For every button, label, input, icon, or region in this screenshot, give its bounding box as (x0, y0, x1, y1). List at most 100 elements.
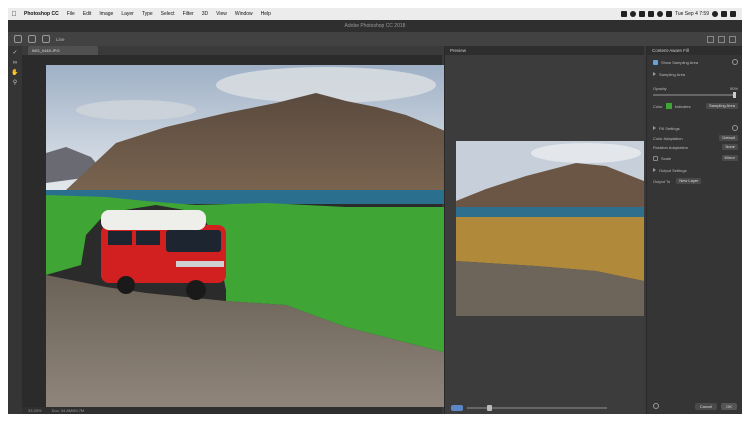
fill-reset-icon[interactable] (732, 125, 738, 131)
menu-view[interactable]: View (212, 11, 231, 17)
tools-panel: ✓ ∞ ✋ ⚲ (8, 46, 22, 414)
color-adaptation-label: Color Adaptation (653, 135, 683, 141)
preview-zoom-slider-knob[interactable] (487, 405, 492, 411)
menu-select[interactable]: Select (157, 11, 179, 17)
rotation-adaptation-label: Rotation Adaptation (653, 144, 688, 150)
hand-tool-icon[interactable]: ✋ (11, 70, 19, 77)
show-sampling-area-label: Show Sampling Area (661, 59, 699, 65)
menu-window[interactable]: Window (231, 11, 257, 17)
output-settings-row[interactable]: Output Settings (653, 166, 738, 174)
scale-label: Scale (661, 155, 672, 161)
menu-bar:  Photoshop CC File Edit Image Layer Typ… (8, 8, 742, 20)
preview-lake (456, 207, 644, 217)
scale-checkbox[interactable] (653, 155, 658, 161)
tray-status-icon[interactable] (629, 11, 636, 17)
clock[interactable]: Tue Sep 4 7:59 (675, 11, 709, 17)
color-row: Color Indicates Sampling Area (653, 102, 738, 110)
photoshop-window:  Photoshop CC File Edit Image Layer Typ… (8, 8, 742, 414)
apple-icon[interactable]:  (8, 11, 20, 18)
lasso-tool-icon[interactable]: ∞ (11, 60, 19, 67)
indicates-dropdown[interactable]: Sampling Area (705, 103, 738, 109)
tray-app-icon-3[interactable] (647, 11, 654, 17)
cloud (76, 100, 196, 120)
menu-filter[interactable]: Filter (179, 11, 198, 17)
indicates-label: Indicates (674, 103, 691, 109)
preview-title: Preview (445, 46, 644, 55)
wifi-icon[interactable] (712, 11, 718, 17)
spotlight-icon[interactable] (721, 11, 727, 17)
menu-layer[interactable]: Layer (117, 11, 138, 17)
preview-image[interactable] (456, 141, 644, 316)
menu-app[interactable]: Photoshop CC (20, 11, 63, 17)
system-tray: Tue Sep 4 7:59 (620, 11, 742, 17)
color-adaptation-row: Color Adaptation Default (653, 134, 738, 142)
preview-zoom-slider[interactable] (467, 405, 607, 411)
status-bar: 33.33% Doc: 34.8M/69.7M (22, 407, 442, 414)
menu-type[interactable]: Type (138, 11, 157, 17)
options-right (707, 35, 742, 43)
color-label: Color (653, 103, 663, 109)
window-title: Adobe Photoshop CC 2018 (8, 20, 742, 32)
opacity-slider-knob[interactable] (733, 92, 736, 98)
search-icon[interactable] (707, 35, 714, 43)
main-canvas-image[interactable] (46, 65, 455, 407)
fill-settings-row[interactable]: Fill Settings (653, 124, 738, 132)
tray-battery-icon[interactable] (665, 11, 672, 17)
home-icon[interactable] (14, 35, 22, 43)
opacity-row: Opacity 50% (653, 84, 738, 92)
show-sampling-area-row[interactable]: Show Sampling Area (653, 58, 738, 66)
document-tab[interactable]: IMG_0448.JPG (28, 46, 98, 55)
tray-app-icon-2[interactable] (638, 11, 645, 17)
share-icon[interactable] (729, 35, 736, 43)
settings-title: Content-Aware Fill (647, 46, 742, 55)
rotation-adaptation-dropdown[interactable]: None (722, 144, 738, 150)
menu-3d[interactable]: 3D (198, 11, 212, 17)
preview-panel: Preview (444, 46, 644, 414)
reset-all-icon[interactable] (653, 403, 659, 409)
panel-buttons: Cancel OK (647, 401, 742, 411)
mirror-dropdown[interactable]: Mirror (721, 155, 738, 161)
menu-help[interactable]: Help (257, 11, 275, 17)
menu-file[interactable]: File (63, 11, 79, 17)
preview-footer (445, 402, 645, 414)
reset-icon[interactable] (732, 59, 738, 65)
output-settings-disclosure-icon[interactable] (653, 168, 656, 172)
cancel-button[interactable]: Cancel (694, 402, 718, 410)
menu-image[interactable]: Image (95, 11, 117, 17)
mode-label: Line (56, 36, 65, 42)
show-sampling-area-checkbox[interactable] (653, 59, 658, 65)
menu-edit[interactable]: Edit (79, 11, 96, 17)
options-bar: Line (8, 32, 742, 46)
ok-button[interactable]: OK (721, 402, 737, 410)
tray-volume-icon[interactable] (656, 11, 663, 17)
zoom-tool-icon[interactable]: ⚲ (11, 80, 19, 87)
canvas-area[interactable] (22, 55, 455, 407)
doc-size: Doc: 34.8M/69.7M (51, 408, 85, 413)
brush-tool-icon[interactable]: ✓ (11, 50, 19, 57)
preview-zoom-toggle[interactable] (451, 405, 463, 411)
color-adaptation-dropdown[interactable]: Default (719, 135, 738, 141)
sampling-section-label: Sampling Area (659, 71, 686, 77)
output-to-dropdown[interactable]: New Layer (676, 178, 702, 184)
output-to-row: Output To New Layer (653, 177, 738, 185)
preview-cloud (531, 143, 641, 163)
output-to-label: Output To (653, 178, 671, 184)
opacity-value[interactable]: 50% (730, 86, 738, 91)
menu-list-icon[interactable] (730, 11, 736, 17)
brush-size-icon[interactable] (42, 35, 50, 43)
zoom-level[interactable]: 33.33% (28, 407, 42, 414)
content-aware-fill-panel: Content-Aware Fill Show Sampling Area Sa… (646, 46, 742, 414)
output-settings-label: Output Settings (659, 167, 687, 173)
fill-settings-label: Fill Settings (659, 125, 680, 131)
rotation-adaptation-row: Rotation Adaptation None (653, 143, 738, 151)
lasso-tool-icon[interactable] (28, 35, 36, 43)
tray-app-icon[interactable] (620, 11, 627, 17)
fill-settings-disclosure-icon[interactable] (653, 126, 656, 130)
scale-row: Scale Mirror (653, 154, 738, 162)
opacity-label: Opacity (653, 85, 667, 91)
sampling-section-row[interactable]: Sampling Area (653, 70, 738, 78)
color-swatch[interactable] (665, 103, 672, 109)
sampling-disclosure-icon[interactable] (653, 72, 656, 76)
workspace-icon[interactable] (718, 35, 725, 43)
opacity-slider[interactable] (653, 92, 736, 98)
